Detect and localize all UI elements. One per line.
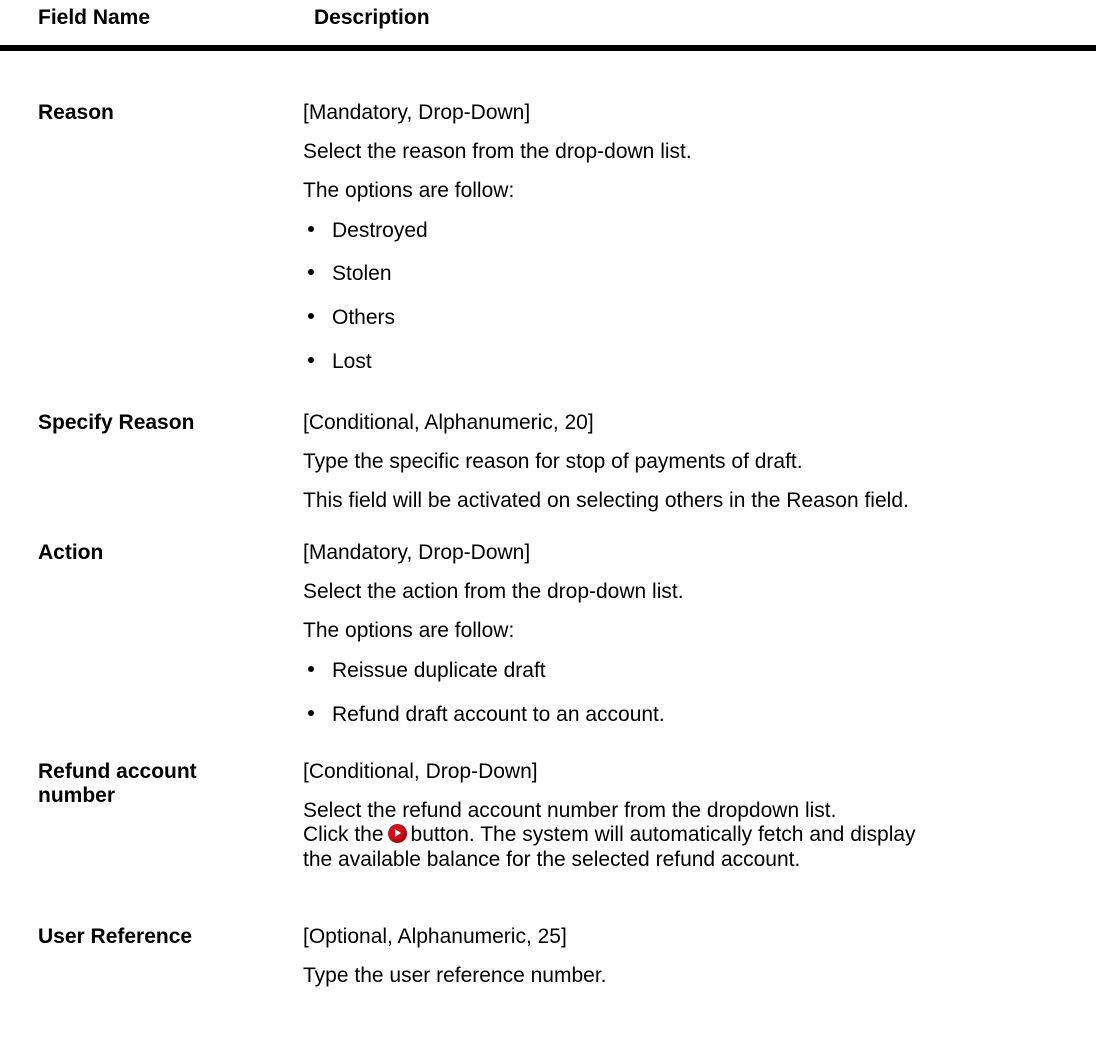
reason-instruction: Select the reason from the drop-down lis… [303,140,692,163]
action-instruction: Select the action from the drop-down lis… [303,580,684,603]
reason-option-lost: Lost [303,350,372,374]
refund-account-instruction: Select the refund account number from th… [303,799,837,822]
action-options-intro: The options are follow: [303,619,515,642]
action-type-spec: [Mandatory, Drop-Down] [303,541,531,564]
field-name-user-reference: User Reference [38,925,193,948]
red-arrow-button-icon [387,823,407,843]
column-header-field-name: Field Name [38,6,151,29]
field-name-refund-account-number: Refund account number [38,760,197,807]
field-name-reason: Reason [38,101,114,124]
action-option-refund: Refund draft account to an account. [303,703,665,727]
bullet-icon [308,226,314,233]
header-divider [0,45,1096,51]
user-reference-instruction: Type the user reference number. [303,964,607,987]
field-name-specify-reason: Specify Reason [38,411,195,434]
refund-account-type-spec: [Conditional, Drop-Down] [303,760,538,783]
specify-reason-instruction: Type the specific reason for stop of pay… [303,450,803,473]
bullet-icon [308,313,314,320]
refund-account-click-line: Click the button. The system will automat… [303,823,916,846]
bullet-icon [308,710,314,717]
reason-option-destroyed: Destroyed [303,219,428,243]
bullet-icon [308,269,314,276]
bullet-icon [308,357,314,364]
specify-reason-note: This field will be activated on selectin… [303,489,909,512]
refund-account-balance-note: the available balance for the selected r… [303,848,801,871]
table-header: Field Name Description [0,0,1096,44]
user-reference-type-spec: [Optional, Alphanumeric, 25] [303,925,567,948]
column-header-description: Description [314,6,430,29]
reason-options-intro: The options are follow: [303,179,515,202]
reason-option-stolen: Stolen [303,262,392,286]
field-name-action: Action [38,541,104,564]
bullet-icon [308,666,314,673]
specify-reason-type-spec: [Conditional, Alphanumeric, 20] [303,411,594,434]
action-option-reissue: Reissue duplicate draft [303,659,546,683]
reason-option-others: Others [303,306,395,330]
reason-type-spec: [Mandatory, Drop-Down] [303,101,531,124]
